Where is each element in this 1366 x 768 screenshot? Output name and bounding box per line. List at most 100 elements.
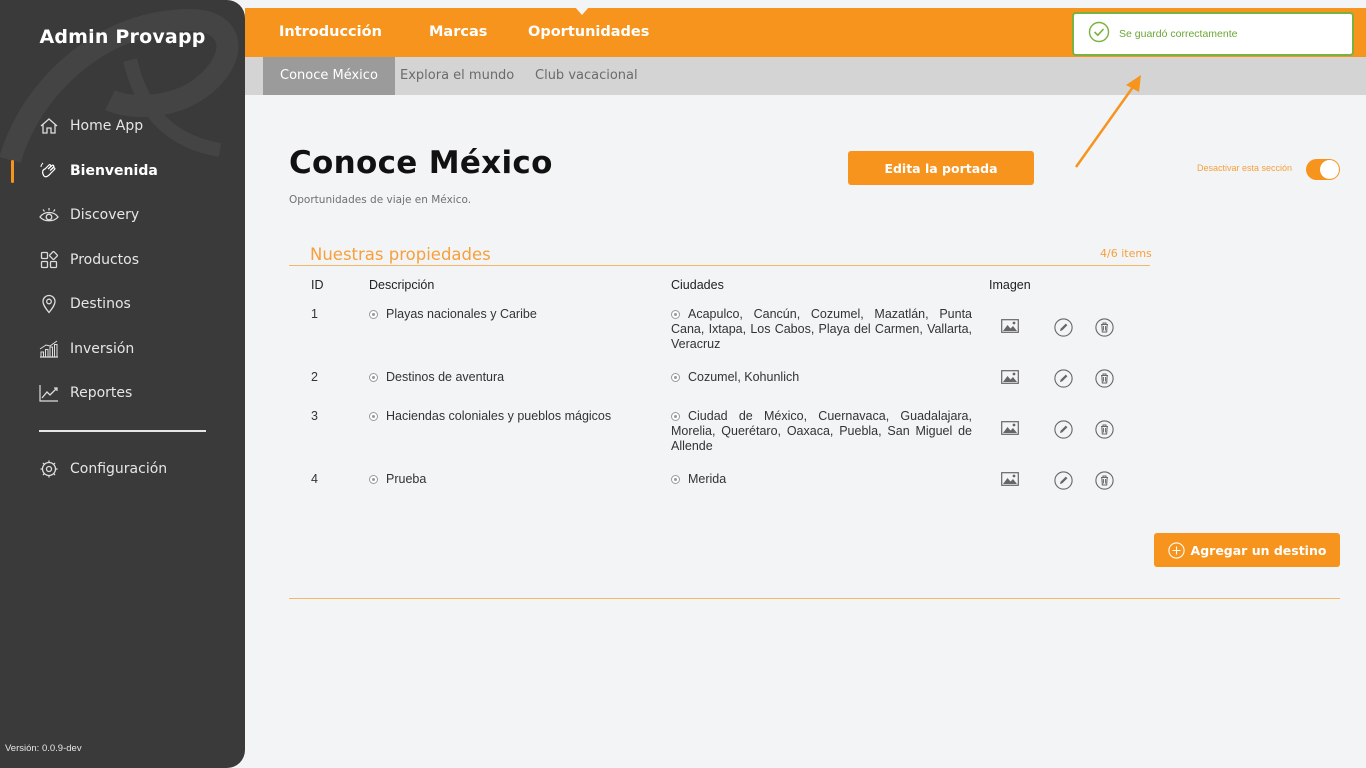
success-toast[interactable]: Se guardó correctamente <box>1072 12 1354 56</box>
row-cities: Merida <box>671 472 972 487</box>
image-icon[interactable] <box>1000 367 1020 387</box>
subtab-conoce-mexico[interactable]: Conoce México <box>263 57 395 95</box>
row-id: 1 <box>311 307 318 321</box>
bullet-icon <box>671 412 680 421</box>
sidebar-item-bienvenida[interactable]: Bienvenida <box>0 149 245 194</box>
toggle-knob <box>1320 160 1339 179</box>
bullet-icon <box>671 310 680 319</box>
edit-icon[interactable] <box>1053 419 1073 439</box>
sidebar-item-label: Configuración <box>70 461 168 478</box>
trash-icon[interactable] <box>1094 368 1114 388</box>
home-icon <box>38 115 60 137</box>
trash-icon[interactable] <box>1094 470 1114 490</box>
bullet-icon <box>671 373 680 382</box>
subtab-explora-el-mundo[interactable]: Explora el mundo <box>383 57 531 95</box>
row-id: 2 <box>311 370 318 384</box>
edit-icon[interactable] <box>1053 470 1073 490</box>
bottom-divider <box>289 598 1340 599</box>
sidebar-config-group: Configuración <box>0 447 245 492</box>
row-cities: Ciudad de México, Cuernavaca, Guadalajar… <box>671 409 972 454</box>
add-destination-label: Agregar un destino <box>1190 542 1327 558</box>
sidebar-divider <box>39 430 206 432</box>
toast-message: Se guardó correctamente <box>1119 28 1238 40</box>
row-description-text: Prueba <box>386 472 427 486</box>
row-description: Haciendas coloniales y pueblos mágicos <box>369 409 611 423</box>
column-header-description: Descripción <box>369 278 435 292</box>
bullet-icon <box>369 412 378 421</box>
line-chart-icon <box>38 382 60 404</box>
sidebar-nav: Home App Bienvenida Discovery Productos <box>0 104 245 416</box>
row-id: 3 <box>311 409 318 423</box>
edit-icon[interactable] <box>1053 317 1073 337</box>
subtab-club-vacacional[interactable]: Club vacacional <box>518 57 655 95</box>
waving-hand-icon <box>38 160 60 182</box>
bullet-icon <box>369 373 378 382</box>
row-description-text: Playas nacionales y Caribe <box>386 307 537 321</box>
grid-icon <box>38 249 60 271</box>
add-destination-button[interactable]: Agregar un destino <box>1154 533 1340 567</box>
row-cities-text: Merida <box>688 472 727 486</box>
gear-icon <box>38 458 60 480</box>
row-description: Playas nacionales y Caribe <box>369 307 537 321</box>
row-id: 4 <box>311 472 318 486</box>
row-cities-text: Ciudad de México, Cuernavaca, Guadalajar… <box>671 409 972 453</box>
bar-chart-icon <box>38 338 60 360</box>
pointer-arrow-icon <box>1074 75 1141 168</box>
row-description-text: Haciendas coloniales y pueblos mágicos <box>386 409 612 423</box>
items-count: 4/6 items <box>1100 247 1152 260</box>
sidebar-item-home-app[interactable]: Home App <box>0 104 245 149</box>
bullet-icon <box>671 475 680 484</box>
trash-icon[interactable] <box>1094 419 1114 439</box>
sidebar-item-discovery[interactable]: Discovery <box>0 193 245 238</box>
sidebar-item-configuracion[interactable]: Configuración <box>0 447 245 492</box>
image-icon[interactable] <box>1000 469 1020 489</box>
bullet-icon <box>369 310 378 319</box>
check-circle-icon <box>1088 21 1110 48</box>
sidebar-item-label: Productos <box>70 251 140 268</box>
page-title: Conoce México <box>289 145 553 181</box>
section-divider <box>289 265 1150 266</box>
edit-icon[interactable] <box>1053 368 1073 388</box>
row-cities-text: Acapulco, Cancún, Cozumel, Mazatlán, Pun… <box>671 307 972 351</box>
sidebar-item-label: Discovery <box>70 207 140 224</box>
sidebar: Admin Provapp Home App Bienvenida Discov… <box>0 0 245 768</box>
section-title: Nuestras propiedades <box>310 245 491 264</box>
tab-introduccion[interactable]: Introducción <box>279 24 382 40</box>
column-header-image: Imagen <box>989 278 1031 292</box>
sidebar-item-reportes[interactable]: Reportes <box>0 371 245 416</box>
sidebar-item-label: Bienvenida <box>70 162 158 179</box>
plus-circle-icon <box>1167 541 1185 559</box>
section-toggle-label: Desactivar esta sección <box>1197 163 1293 173</box>
sub-nav: Conoce México Explora el mundo Club vaca… <box>245 57 1366 95</box>
row-description: Destinos de aventura <box>369 370 504 384</box>
bullet-icon <box>369 475 378 484</box>
row-cities-text: Cozumel, Kohunlich <box>688 370 800 384</box>
row-cities: Acapulco, Cancún, Cozumel, Mazatlán, Pun… <box>671 307 972 352</box>
sidebar-item-label: Home App <box>70 118 144 135</box>
trash-icon[interactable] <box>1094 317 1114 337</box>
app-version: Versión: 0.0.9-dev <box>5 743 82 754</box>
eye-icon <box>38 204 60 226</box>
sidebar-item-productos[interactable]: Productos <box>0 238 245 283</box>
edit-cover-button[interactable]: Edita la portada <box>848 151 1034 185</box>
sidebar-item-label: Reportes <box>70 385 133 402</box>
row-description: Prueba <box>369 472 426 486</box>
active-tab-indicator <box>575 7 589 15</box>
row-description-text: Destinos de aventura <box>386 370 505 384</box>
page-subtitle: Oportunidades de viaje en México. <box>289 194 472 206</box>
section-toggle[interactable] <box>1306 159 1340 180</box>
sidebar-item-label: Destinos <box>70 296 131 313</box>
brand-title: Admin Provapp <box>39 26 206 48</box>
image-icon[interactable] <box>1000 418 1020 438</box>
column-header-cities: Ciudades <box>671 278 724 292</box>
sidebar-item-inversion[interactable]: Inversión <box>0 327 245 372</box>
sidebar-item-destinos[interactable]: Destinos <box>0 282 245 327</box>
tab-oportunidades[interactable]: Oportunidades <box>528 24 649 40</box>
image-icon[interactable] <box>1000 316 1020 336</box>
column-header-id: ID <box>311 278 324 292</box>
sidebar-item-label: Inversión <box>70 340 135 357</box>
map-pin-icon <box>38 293 60 315</box>
tab-marcas[interactable]: Marcas <box>429 24 487 40</box>
app-root: Admin Provapp Home App Bienvenida Discov… <box>0 0 1366 768</box>
row-cities: Cozumel, Kohunlich <box>671 370 972 385</box>
